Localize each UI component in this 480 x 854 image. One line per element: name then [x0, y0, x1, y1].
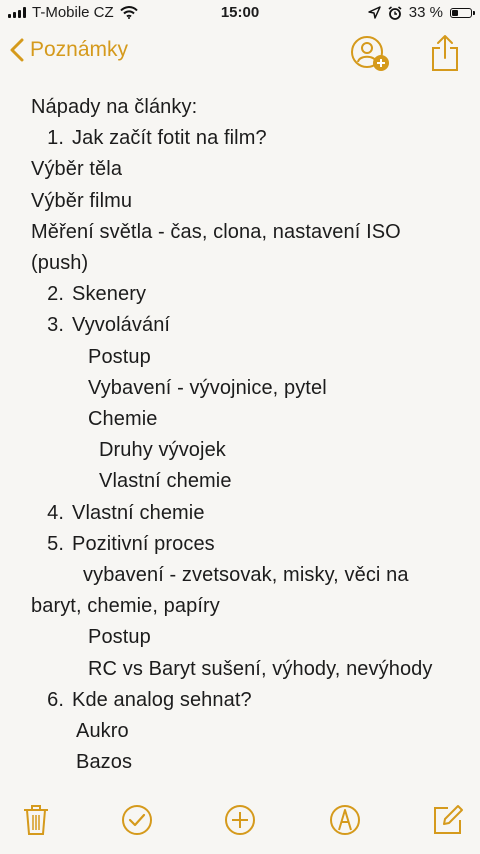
list-item: 3. Vyvolávání — [31, 310, 460, 341]
status-bar: T-Mobile CZ 15:00 33 % — [0, 0, 480, 28]
trash-icon[interactable] — [22, 804, 50, 836]
status-right: 33 % — [368, 4, 475, 21]
note-line: Výběr těla — [31, 158, 123, 181]
note-line: RC vs Baryt sušení, výhody, nevýhody — [88, 657, 433, 680]
list-text: Skenery — [72, 283, 147, 306]
back-button[interactable]: Poznámky — [10, 38, 128, 62]
list-number: 4. — [47, 501, 64, 524]
list-text: Jak začít fotit na film? — [72, 127, 267, 150]
nav-bar: Poznámky — [0, 30, 480, 78]
note-line: Postup — [88, 626, 151, 649]
note-line: Vlastní chemie — [99, 470, 232, 493]
battery-percent: 33 % — [408, 4, 443, 21]
note-line: Měření světla - čas, clona, nastavení IS… — [31, 220, 401, 275]
note-body[interactable]: Nápady na články: 1. Jak začít fotit na f… — [31, 92, 460, 778]
list-text: Vyvolávání — [72, 314, 171, 337]
add-person-icon[interactable] — [350, 34, 390, 74]
note-line: Bazos — [76, 751, 133, 774]
location-icon — [368, 6, 381, 19]
list-number: 1. — [47, 127, 64, 150]
note-line: Vybavení - vývojnice, pytel — [88, 376, 327, 399]
back-label: Poznámky — [30, 38, 129, 61]
list-item: 6. Kde analog sehnat? — [31, 685, 460, 716]
note-line: vybavení - zvetsovak, misky, věci na bar… — [31, 564, 409, 618]
battery-level — [452, 9, 458, 16]
list-number: 3. — [47, 314, 64, 337]
list-item: 1. Jak začít fotit na film? — [31, 123, 460, 154]
list-item: 4. Vlastní chemie — [31, 498, 460, 529]
list-number: 2. — [47, 283, 64, 306]
bottom-toolbar — [0, 792, 480, 854]
alarm-icon — [388, 5, 402, 20]
list-item: 2. Skenery — [31, 279, 460, 310]
note-line: Chemie — [88, 408, 158, 431]
list-item: 5. Pozitivní proces — [31, 529, 460, 560]
list-text: Vlastní chemie — [72, 501, 205, 524]
chevron-left-icon — [10, 38, 24, 62]
note-line: Postup — [88, 345, 151, 368]
compose-icon[interactable] — [432, 804, 464, 836]
note-title: Nápady na články: — [31, 96, 198, 118]
note-line: Druhy vývojek — [99, 439, 226, 462]
note-line: Aukro — [76, 720, 129, 743]
battery-icon — [450, 7, 475, 18]
list-text: Pozitivní proces — [72, 532, 215, 555]
note-line: Výběr filmu — [31, 189, 133, 212]
share-icon[interactable] — [430, 34, 460, 72]
sketch-icon[interactable] — [329, 804, 361, 836]
checklist-icon[interactable] — [121, 804, 153, 836]
add-icon[interactable] — [224, 804, 256, 836]
list-number: 5. — [47, 532, 64, 555]
list-text: Kde analog sehnat? — [72, 688, 252, 711]
list-number: 6. — [47, 688, 64, 711]
